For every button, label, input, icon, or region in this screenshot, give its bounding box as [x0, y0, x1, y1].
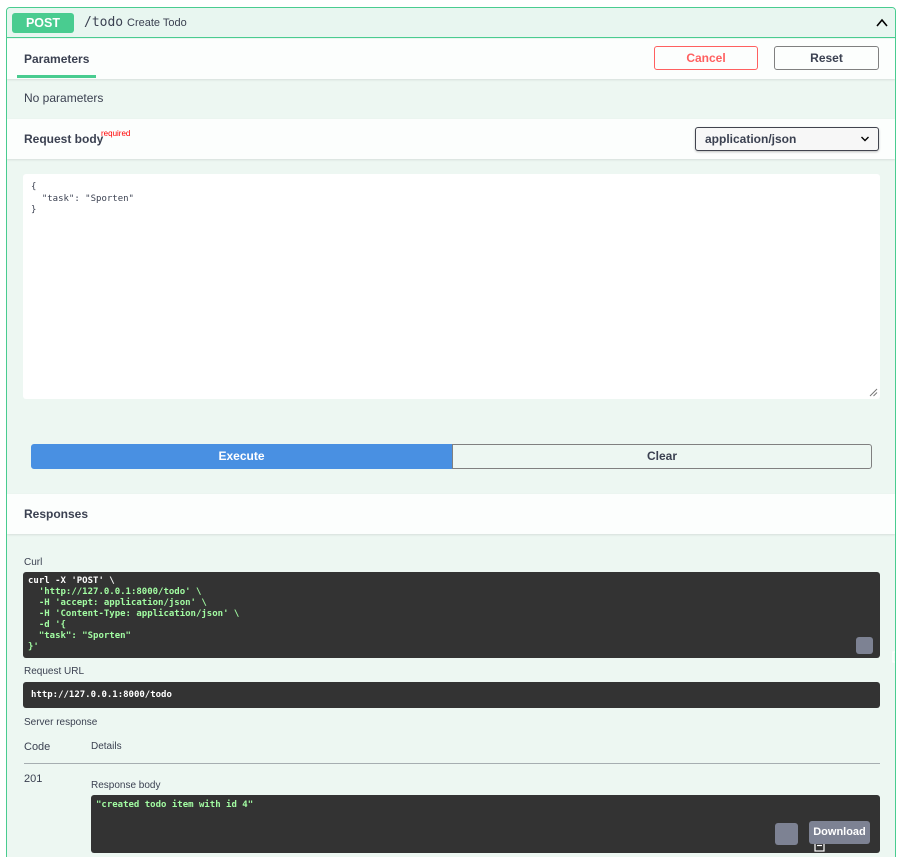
- clear-button[interactable]: Clear: [452, 444, 872, 469]
- request-body-header: Request body required application/json: [7, 119, 895, 159]
- reset-button[interactable]: Reset: [774, 46, 879, 70]
- status-code: 201: [24, 773, 43, 785]
- curl-line: -H 'accept: application/json' \: [28, 598, 207, 608]
- response-body-label: Response body: [91, 780, 161, 791]
- request-body-title: Request body: [24, 132, 104, 146]
- execute-button-group: Execute Clear: [31, 444, 872, 469]
- responses-title: Responses: [24, 507, 89, 521]
- curl-label: Curl: [24, 557, 43, 568]
- cancel-button[interactable]: Cancel: [654, 46, 758, 70]
- curl-line: }': [28, 642, 39, 652]
- content-type-value: application/json: [705, 132, 797, 146]
- operation-path: /todo: [84, 15, 124, 30]
- tab-parameters[interactable]: Parameters: [17, 39, 97, 78]
- responses-header: Responses: [7, 494, 895, 534]
- curl-line: -d '{: [28, 620, 66, 630]
- operation-block: POST /todo Create Todo Parameters Cancel…: [6, 7, 896, 857]
- request-body-editor[interactable]: { "task": "Sporten" }: [23, 174, 880, 399]
- response-table-divider: [24, 763, 880, 764]
- copy-response-button[interactable]: [775, 823, 825, 852]
- download-button[interactable]: Download: [809, 821, 870, 844]
- chevron-down-icon: [861, 136, 869, 142]
- method-badge: POST: [12, 13, 74, 33]
- code-column-header: Code: [24, 741, 51, 753]
- request-url-block[interactable]: http://127.0.0.1:8000/todo: [23, 682, 880, 708]
- parameters-header: Parameters Cancel Reset: [7, 39, 895, 79]
- response-body-block[interactable]: "created todo item with id 4" Download: [91, 795, 880, 853]
- operation-summary-text: Create Todo: [127, 17, 187, 29]
- chevron-up-icon[interactable]: [875, 16, 889, 30]
- curl-line: curl -X 'POST' \: [28, 576, 115, 586]
- curl-line: 'http://127.0.0.1:8000/todo' \: [28, 587, 202, 597]
- response-body-text: "created todo item with id 4": [96, 800, 254, 810]
- operation-summary[interactable]: POST /todo Create Todo: [7, 8, 895, 38]
- details-column-header: Details: [91, 741, 122, 752]
- server-response-label: Server response: [24, 717, 98, 728]
- copy-to-clipboard-button[interactable]: [856, 637, 895, 663]
- resize-handle-icon[interactable]: [869, 388, 878, 397]
- curl-line: -H 'Content-Type: application/json' \: [28, 609, 240, 619]
- execute-button[interactable]: Execute: [31, 444, 452, 469]
- curl-code-block[interactable]: curl -X 'POST' \ 'http://127.0.0.1:8000/…: [23, 572, 895, 663]
- no-parameters-text: No parameters: [24, 91, 104, 105]
- content-type-select[interactable]: application/json: [695, 127, 879, 151]
- curl-line: "task": "Sporten": [28, 631, 131, 641]
- clipboard-icon: [891, 651, 895, 663]
- required-marker: required: [101, 129, 131, 138]
- request-url-label: Request URL: [24, 666, 85, 677]
